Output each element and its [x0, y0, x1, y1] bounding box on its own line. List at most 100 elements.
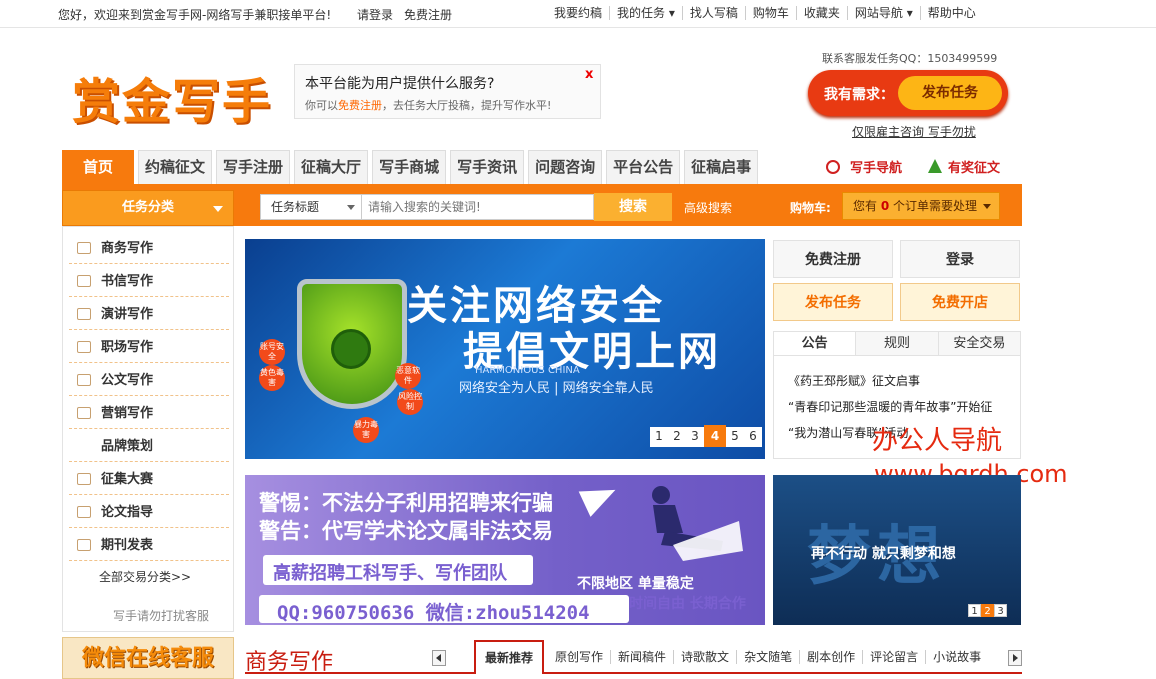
tab-safe-trade[interactable]: 安全交易 [938, 332, 1020, 355]
need-label: 我有需求： [824, 87, 894, 103]
section-tab[interactable]: 诗歌散文 [674, 650, 738, 664]
tab-hall[interactable]: 征稿大厅 [294, 150, 369, 184]
employer-only-link[interactable]: 仅限雇主咨询 写手勿扰 [852, 123, 976, 140]
tab-solicit[interactable]: 约稿征文 [138, 150, 213, 184]
login-button[interactable]: 登录 [900, 240, 1020, 278]
tab-faq[interactable]: 问题咨询 [528, 150, 603, 184]
prize-essay-link[interactable]: 有奖征文 [928, 157, 1000, 176]
sidebar-item-journal[interactable]: 期刊发表 [69, 530, 229, 561]
need-box: 我有需求： 发布任务 [808, 70, 1008, 116]
banner-security[interactable]: 账号安全 黄色毒害 恶意软件 风险控制 暴力毒害 关注网络安全 提倡文明上网 H… [245, 239, 765, 459]
login-link[interactable]: 请登录 [357, 6, 393, 23]
section-tab[interactable]: 杂文随笔 [737, 650, 801, 664]
all-categories-link[interactable]: 全部交易分类>> [99, 568, 191, 585]
lock-icon [331, 329, 371, 369]
cart-dropdown[interactable]: 您有 0 个订单需要处理 [842, 192, 1000, 220]
search-button[interactable]: 搜索 [594, 193, 672, 221]
notice-item[interactable]: “青春印记那些温暖的青年故事”开始征 [788, 398, 1018, 415]
sidebar-item-speech[interactable]: 演讲写作 [69, 299, 229, 330]
top-link-favorites[interactable]: 收藏夹 [797, 6, 848, 20]
register-link[interactable]: 免费注册 [404, 6, 452, 23]
cart-icon [77, 374, 91, 386]
tab-rules[interactable]: 规则 [856, 332, 939, 355]
sidebar-item-workplace[interactable]: 职场写作 [69, 332, 229, 363]
promo-register-link[interactable]: 免费注册 [338, 99, 382, 112]
pager-dot[interactable]: 1 [968, 604, 981, 617]
badge-bubble: 风险控制 [397, 389, 423, 415]
tab-home[interactable]: 首页 [62, 150, 135, 184]
sidebar-item-letter[interactable]: 书信写作 [69, 266, 229, 297]
promo-box: 本平台能为用户提供什么服务? 你可以免费注册，去任务大厅投稿，提升写作水平! x [294, 64, 601, 119]
banner-slogan: 网络安全为人民 | 网络安全靠人民 [459, 381, 654, 396]
thumbs-up-icon [77, 539, 91, 551]
section-tab[interactable]: 剧本创作 [800, 650, 864, 664]
tab-notice[interactable]: 公告 [774, 332, 857, 355]
tab-call-for-papers[interactable]: 征稿启事 [684, 150, 759, 184]
close-icon[interactable]: x [585, 67, 593, 82]
top-link-find-writer[interactable]: 找人写稿 [683, 6, 746, 20]
tab-news[interactable]: 写手资讯 [450, 150, 525, 184]
sidebar-item-brand[interactable]: 品牌策划 [69, 431, 229, 462]
prev-arrow-icon[interactable] [432, 650, 446, 666]
sidebar-item-contest[interactable]: 征集大赛 [69, 464, 229, 495]
sidebar-item-marketing[interactable]: 营销写作 [69, 398, 229, 429]
tab-announcement[interactable]: 平台公告 [606, 150, 681, 184]
pager-dot[interactable]: 1 [650, 427, 668, 445]
tab-mall[interactable]: 写手商城 [372, 150, 447, 184]
publish-task-button[interactable]: 发布任务 [898, 76, 1002, 110]
pager-dot-active[interactable]: 4 [704, 425, 726, 447]
search-type-select[interactable]: 任务标题 [260, 194, 362, 220]
category-button[interactable]: 任务分类 [62, 190, 234, 226]
publish-task-side-button[interactable]: 发布任务 [773, 283, 893, 321]
next-arrow-icon[interactable] [1008, 650, 1022, 666]
top-link-request[interactable]: 我要约稿 [547, 6, 611, 20]
free-register-button[interactable]: 免费注册 [773, 240, 893, 278]
sidebar-item-official[interactable]: 公文写作 [69, 365, 229, 396]
badge-bubble: 恶意软件 [395, 363, 421, 389]
top-link-my-tasks[interactable]: 我的任务 ▾ [610, 6, 683, 20]
region-text: 不限地区 单量稳定 [577, 576, 694, 592]
chart-icon [77, 242, 91, 254]
tab-writer-register[interactable]: 写手注册 [216, 150, 291, 184]
dream-subtitle: 再不行动 就只剩梦和想 [811, 546, 956, 562]
search-input[interactable] [362, 194, 594, 220]
section-tab[interactable]: 新闻稿件 [611, 650, 675, 664]
section-tab[interactable]: 原创写作 [548, 650, 612, 664]
site-logo[interactable]: 赏金写手 [72, 62, 272, 132]
sidebar-item-business[interactable]: 商务写作 [69, 233, 229, 264]
pager-dot[interactable]: 5 [726, 427, 744, 445]
pager-dot[interactable]: 6 [744, 427, 762, 445]
pager-dot-active[interactable]: 2 [981, 604, 994, 617]
sidebar-item-thesis[interactable]: 论文指导 [69, 497, 229, 528]
writer-nav-link[interactable]: 写手导航 [826, 157, 902, 176]
section-tab[interactable]: 小说故事 [926, 650, 988, 664]
document-icon [77, 308, 91, 320]
promo-desc: 你可以免费注册，去任务大厅投稿，提升写作水平! [305, 99, 552, 112]
top-bar: 您好，欢迎来到赏金写手网-网络写手兼职接单平台! 请登录 免费注册 我要约稿 我… [0, 0, 1156, 28]
pager-dot[interactable]: 3 [994, 604, 1007, 617]
warning-line-2: 警告：代写学术论文属非法交易 [259, 518, 553, 543]
advanced-search-link[interactable]: 高级搜索 [684, 199, 732, 216]
bag-icon [77, 407, 91, 419]
pager-dot[interactable]: 3 [686, 427, 704, 445]
pager-dot[interactable]: 2 [668, 427, 686, 445]
cart-label: 购物车: [790, 201, 831, 215]
letter-icon [77, 275, 91, 287]
banner-english: HARMONIOUS CHINA [475, 365, 580, 376]
chevron-down-icon [347, 205, 355, 210]
top-nav: 我要约稿 我的任务 ▾ 找人写稿 购物车 收藏夹 网站导航 ▾ 帮助中心 [547, 6, 983, 20]
notice-item[interactable]: 《药王邳彤赋》征文启事 [788, 372, 1018, 389]
wechat-service-button[interactable]: 微信在线客服 [62, 637, 234, 679]
qq-contact: 联系客服发任务QQ：1503499599 [822, 52, 998, 65]
section-tabs: 最新推荐 原创写作 新闻稿件 诗歌散文 杂文随笔 剧本创作 评论留言 小说故事 [474, 640, 988, 674]
section-tab-latest[interactable]: 最新推荐 [474, 640, 545, 674]
section-tab[interactable]: 评论留言 [863, 650, 927, 664]
promo-title: 本平台能为用户提供什么服务? [305, 76, 495, 92]
banner-dream[interactable]: 梦想 再不行动 就只剩梦和想 [773, 475, 1021, 625]
badge-bubble: 账号安全 [259, 339, 285, 365]
top-link-cart[interactable]: 购物车 [746, 6, 797, 20]
top-link-site-nav[interactable]: 网站导航 ▾ [848, 6, 921, 20]
top-link-help[interactable]: 帮助中心 [921, 6, 983, 20]
banner-warning[interactable]: 警惕：不法分子利用招聘来行骗 警告：代写学术论文属非法交易 高薪招聘工科写手、写… [245, 475, 765, 625]
open-shop-button[interactable]: 免费开店 [900, 283, 1020, 321]
